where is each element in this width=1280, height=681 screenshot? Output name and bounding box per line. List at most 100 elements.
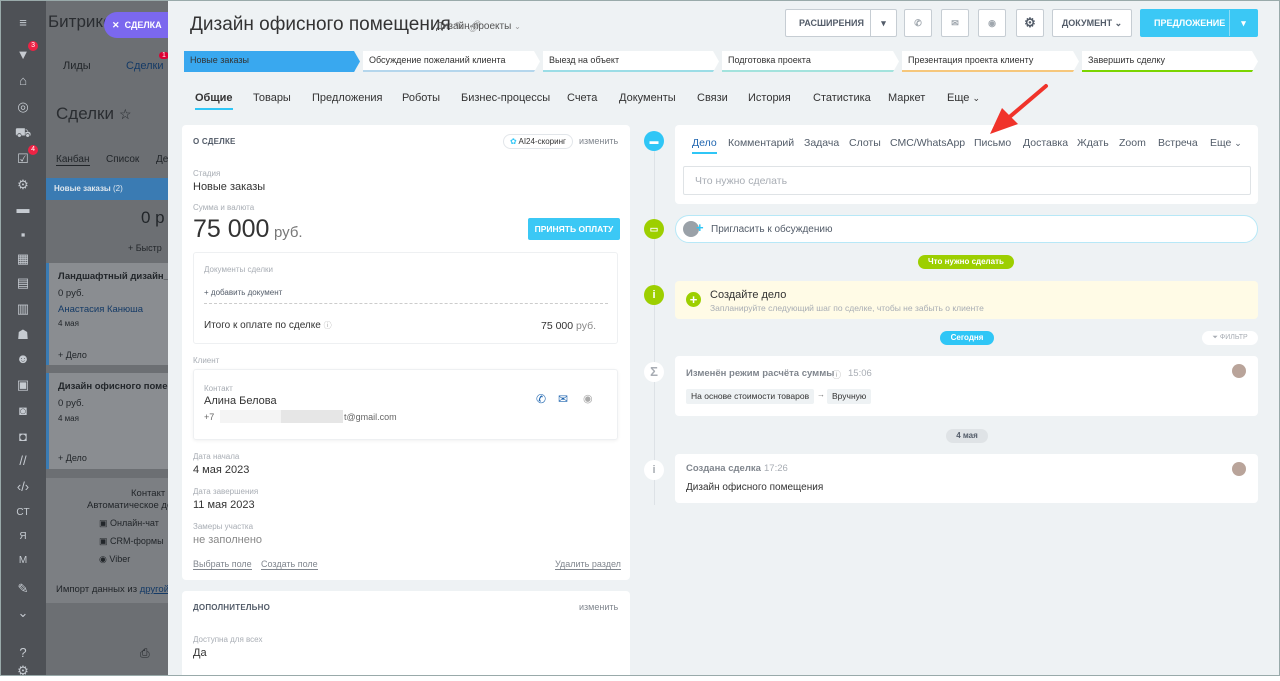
delete-section-link[interactable]: Удалить раздел [555,559,621,570]
category-select[interactable]: Дизайн-проекты ⌄ [436,21,521,32]
create-task-card[interactable]: + Создайте дело Запланируйте следующий ш… [675,281,1258,319]
tab-leads[interactable]: Лиды [63,60,91,72]
kanban-card[interactable]: Дизайн офисного помещ... 0 руб. 4 мая + … [46,373,168,469]
robot-icon[interactable]: ◙ [12,402,34,420]
news-icon[interactable]: ▥ [12,300,34,318]
tab-deals[interactable]: Сделки [126,60,164,72]
filter-icon[interactable]: ▼ 3 [12,41,38,64]
activity-tab-more[interactable]: Еще ⌄ [1210,137,1242,149]
phone-icon[interactable]: ✆ [904,9,932,37]
extra-edit-link[interactable]: изменить [579,602,618,612]
view-more[interactable]: Де [156,154,168,165]
available-value[interactable]: Да [193,647,207,659]
tab-more[interactable]: Еще ⌄ [947,92,980,104]
offer-button[interactable]: ПРЕДЛОЖЕНИЕ ▾ [1140,9,1258,37]
activity-tab-slots[interactable]: Слоты [849,137,881,149]
stage-site-visit[interactable]: Выезд на объект [543,51,719,72]
printer-icon[interactable]: ⎙ [140,646,150,661]
more-icon[interactable]: ⌄ [12,604,34,622]
store-icon[interactable]: ◘ [12,428,34,446]
card-contact[interactable]: Анастасия Канюша [58,304,143,315]
info-icon[interactable]: ⓘ [324,321,332,330]
chat-icon[interactable]: ▪ [12,226,34,244]
stage-presentation[interactable]: Презентация проекта клиенту [902,51,1079,72]
users-icon[interactable]: ☻ [12,350,34,368]
tasks-icon[interactable]: ☑ 4 [12,145,38,168]
currency-value[interactable]: руб. [274,224,303,241]
card-add-task[interactable]: + Дело [58,453,87,463]
add-circle-icon[interactable]: + [686,292,701,307]
skype-icon[interactable]: ◉ [978,9,1006,37]
caret-down-icon[interactable]: ▾ [870,10,896,36]
measure-value[interactable]: не заполнено [193,534,262,546]
add-document-link[interactable]: + добавить документ [204,288,282,297]
filter-button[interactable]: ⏷ ФИЛЬТР [1202,331,1258,345]
avatar[interactable] [1232,364,1246,378]
view-kanban[interactable]: Канбан [56,154,90,166]
scoring-badge[interactable]: ✿ AI24-скоринг [503,134,573,149]
tab-robots[interactable]: Роботы [402,92,440,104]
code-icon[interactable]: ‹/› [12,478,34,496]
info-icon[interactable]: ⓘ [832,368,841,381]
activity-tab-sms[interactable]: СМС/WhatsApp [890,137,965,149]
gear-icon[interactable]: ⚙ [1016,9,1044,37]
settings-icon[interactable]: ⚙ [12,662,34,680]
tab-bizproc[interactable]: Бизнес-процессы [461,92,550,104]
activity-tab-task[interactable]: Дело [692,137,717,154]
accept-payment-button[interactable]: ПРИНЯТЬ ОПЛАТУ [528,218,620,240]
activity-tab-zoom[interactable]: Zoom [1119,137,1146,149]
tab-documents[interactable]: Документы [619,92,676,104]
drive-icon[interactable]: ▬ [12,200,34,218]
activity-tab-meeting[interactable]: Встреча [1158,137,1198,149]
document-button[interactable]: ДОКУМЕНТ ⌄ [1052,9,1132,37]
tab-links[interactable]: Связи [697,92,728,104]
skype-icon[interactable]: ◉ [583,392,593,405]
activity-tab-wait[interactable]: Ждать [1077,137,1109,149]
start-value[interactable]: 4 мая 2023 [193,464,249,476]
stage-finish[interactable]: Завершить сделку [1082,51,1258,72]
extensions-button[interactable]: РАСШИРЕНИЯ ▾ [785,9,897,37]
stage-new-orders[interactable]: Новые заказы [184,51,360,72]
stage-value[interactable]: Новые заказы [193,181,265,193]
tab-stats[interactable]: Статистика [813,92,871,104]
import-link[interactable]: другой [140,584,168,595]
rail-text-m[interactable]: M [12,552,34,570]
menu-icon[interactable]: ≡ [12,14,34,32]
rail-text-ct[interactable]: CT [12,504,34,522]
activity-tab-comment[interactable]: Комментарий [728,137,794,149]
quick-add[interactable]: + Быстр [128,243,162,253]
tab-invoices[interactable]: Счета [567,92,597,104]
target-icon[interactable]: ◎ [12,98,34,116]
tab-history[interactable]: История [748,92,791,104]
contact-name[interactable]: Алина Белова [204,395,277,407]
close-slider-button[interactable]: ✕ СДЕЛКА [104,12,168,38]
group-icon[interactable]: ☗ [12,326,34,344]
mail-icon[interactable]: ✉ [558,392,568,406]
channel-chat[interactable]: ▣ Онлайн-чат [99,518,159,529]
contacts-icon[interactable]: ▣ [12,376,34,394]
tab-offers[interactable]: Предложения [312,92,383,104]
channel-viber[interactable]: ◉ Viber [99,554,130,565]
channel-forms[interactable]: ▣ CRM-формы [99,536,164,547]
about-edit-link[interactable]: изменить [579,136,618,146]
gear-icon[interactable]: ⚙ [12,176,34,194]
avatar[interactable] [1232,462,1246,476]
create-field-link[interactable]: Создать поле [261,559,318,570]
doc-icon[interactable]: ▤ [12,274,34,292]
view-list[interactable]: Список [106,154,139,165]
stage-preparation[interactable]: Подготовка проекта [722,51,899,72]
caret-down-icon[interactable]: ▾ [1229,10,1257,36]
tab-market[interactable]: Маркет [888,92,925,104]
activity-tab-todo[interactable]: Задача [804,137,839,149]
stage-discussion[interactable]: Обсуждение пожеланий клиента [363,51,540,72]
star-icon[interactable]: ☆ [119,106,132,123]
market-icon[interactable]: // [12,452,34,470]
amount-value[interactable]: 75 000 [193,215,269,244]
contact-email[interactable]: t@gmail.com [344,412,397,422]
home-icon[interactable]: ⌂ [12,72,34,90]
tab-general[interactable]: Общие [195,92,233,110]
invite-bar[interactable]: + Пригласить к обсуждению [675,215,1258,243]
kanban-card[interactable]: Ландшафтный дизайн_бо... 0 руб. Анастаси… [46,263,168,365]
pen-icon[interactable]: ✎ [12,580,34,598]
select-field-link[interactable]: Выбрать поле [193,559,252,570]
